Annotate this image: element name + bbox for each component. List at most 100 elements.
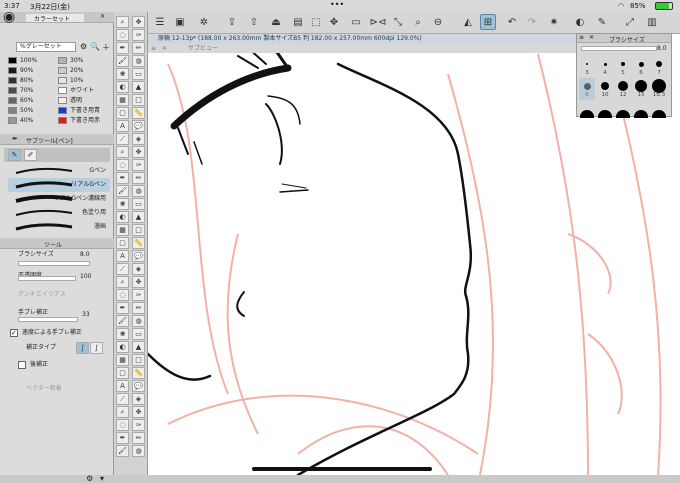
- brush-size-option[interactable]: 15: [634, 92, 648, 98]
- opacity-slider[interactable]: [18, 276, 76, 281]
- toolprops-tab[interactable]: ツール: [44, 240, 62, 249]
- text-tool-icon[interactable]: A: [116, 380, 129, 392]
- brush-size-option[interactable]: 7: [652, 70, 666, 76]
- layer-move-icon[interactable]: ▭: [348, 14, 364, 30]
- brush-size-option[interactable]: 18.3: [652, 92, 666, 98]
- pen-group-icon[interactable]: ✎: [8, 149, 21, 161]
- brush-size-option[interactable]: 3: [580, 70, 594, 76]
- correction-type-b-button[interactable]: ∫: [90, 342, 103, 354]
- pen-tool-icon[interactable]: ✒: [116, 172, 129, 184]
- gradient-tool-icon[interactable]: ▦: [116, 94, 129, 106]
- brush-size-panel-slider[interactable]: [581, 46, 657, 51]
- settings-icon[interactable]: ⚙: [86, 474, 93, 483]
- airbrush-tool-icon[interactable]: ◍: [132, 55, 145, 67]
- 3d-tool-icon[interactable]: ◈: [132, 263, 145, 275]
- brush-tool-icon[interactable]: 🖌: [116, 185, 129, 197]
- figure-tool-icon[interactable]: □: [132, 354, 145, 366]
- brush-item[interactable]: Gペン: [8, 164, 110, 178]
- move-tool-icon[interactable]: ✥: [132, 146, 145, 158]
- fill-icon[interactable]: ◭: [460, 14, 476, 30]
- menu-icon[interactable]: ≡: [579, 34, 584, 41]
- decoration-tool-icon[interactable]: ❀: [116, 198, 129, 210]
- brush-size-option[interactable]: 6: [634, 70, 648, 76]
- color-swatch[interactable]: [8, 107, 17, 114]
- brush-size-slider[interactable]: [18, 261, 90, 266]
- pencil-tool-icon[interactable]: ✏: [132, 432, 145, 444]
- brush-size-dot[interactable]: [652, 110, 666, 118]
- 3d-tool-icon[interactable]: ◈: [132, 133, 145, 145]
- blend-tool-icon[interactable]: ◐: [116, 341, 129, 353]
- gradient-tool-icon[interactable]: ▦: [116, 224, 129, 236]
- brush-size-option[interactable]: 4: [598, 70, 612, 76]
- search-icon[interactable]: 🔍: [90, 42, 100, 51]
- text-tool-icon[interactable]: A: [116, 120, 129, 132]
- colorset-tab[interactable]: カラーセット: [26, 14, 84, 23]
- eyedropper-tool-icon[interactable]: ✑: [132, 29, 145, 41]
- brush-size-dot[interactable]: [586, 63, 588, 65]
- blend-tool-icon[interactable]: ◐: [116, 81, 129, 93]
- color-swatch[interactable]: [8, 117, 17, 124]
- menu-icon[interactable]: ◉: [3, 10, 15, 24]
- color-swatch[interactable]: [58, 117, 67, 124]
- 3d-tool-icon[interactable]: ◈: [132, 393, 145, 405]
- lasso-tool-icon[interactable]: ◌: [116, 289, 129, 301]
- colorset-preset-select[interactable]: %グレーセット: [16, 42, 76, 52]
- pencil-tool-icon[interactable]: ✏: [132, 42, 145, 54]
- brush-size-dot[interactable]: [598, 110, 612, 118]
- color-swatch[interactable]: [8, 87, 17, 94]
- eyedropper-tool-icon[interactable]: ✑: [132, 419, 145, 431]
- eraser-tool-icon[interactable]: ▭: [132, 328, 145, 340]
- brush-size-option[interactable]: 12: [616, 92, 630, 98]
- save-icon[interactable]: ⏏: [268, 14, 284, 30]
- correction-type-a-button[interactable]: ∫: [76, 342, 89, 354]
- fill-tool-icon[interactable]: ▲: [132, 81, 145, 93]
- airbrush-tool-icon[interactable]: ◍: [132, 315, 145, 327]
- settings-icon[interactable]: ⚙: [80, 42, 87, 51]
- pencil-tool-icon[interactable]: ✏: [132, 302, 145, 314]
- balloon-tool-icon[interactable]: 💬: [132, 380, 145, 392]
- pen-tool-icon[interactable]: ✒: [116, 432, 129, 444]
- layer-icon[interactable]: ▤: [290, 14, 306, 30]
- color-swatch[interactable]: [58, 87, 67, 94]
- line-fix-tool-icon[interactable]: ⟋: [116, 263, 129, 275]
- brush-size-dot[interactable]: [616, 110, 630, 118]
- color-swatch[interactable]: [8, 57, 17, 64]
- undo-icon[interactable]: ↶: [504, 14, 520, 30]
- zoom-tool-icon[interactable]: ⌕: [116, 146, 129, 158]
- brush-size-dot[interactable]: [656, 61, 662, 67]
- gear-icon[interactable]: ✲: [196, 14, 212, 30]
- pencil-tool-icon[interactable]: ✏: [132, 172, 145, 184]
- document-tab[interactable]: 原稿 12-13p* (188.00 x 263.00mm 製本サイズB5 判 …: [148, 34, 576, 44]
- pen-tool-icon[interactable]: ✒: [116, 42, 129, 54]
- marker-group-icon[interactable]: ✐: [24, 149, 37, 161]
- color-swatch[interactable]: [58, 77, 67, 84]
- brush-item[interactable]: リアルGペン濃線用: [8, 192, 110, 206]
- eyedropper-tool-icon[interactable]: ✑: [132, 159, 145, 171]
- fullscreen-icon[interactable]: ⤢: [622, 14, 638, 30]
- balloon-tool-icon[interactable]: 💬: [132, 250, 145, 262]
- text-tool-icon[interactable]: A: [116, 250, 129, 262]
- close-icon[interactable]: ✕: [100, 13, 105, 20]
- zoom-icon[interactable]: ⌕: [410, 14, 426, 30]
- menu-icon[interactable]: ☰: [152, 14, 168, 30]
- line-fix-tool-icon[interactable]: ⟋: [116, 393, 129, 405]
- eyedropper-tool-icon[interactable]: ✑: [132, 289, 145, 301]
- color-swatch[interactable]: [58, 107, 67, 114]
- brush-size-dot[interactable]: [652, 79, 666, 93]
- pen-icon[interactable]: ✎: [594, 14, 610, 30]
- brush-item[interactable]: リアルGペン: [8, 178, 110, 192]
- monitor-icon[interactable]: ▣: [172, 14, 188, 30]
- subtool-tab[interactable]: サブツール[ペン]: [26, 136, 73, 145]
- close-icon[interactable]: ✕: [162, 44, 167, 53]
- eraser-tool-icon[interactable]: ▭: [132, 68, 145, 80]
- brush-size-dot[interactable]: [601, 82, 609, 90]
- zoom-tool-icon[interactable]: ⌕: [116, 16, 129, 28]
- lasso-tool-icon[interactable]: ◌: [116, 29, 129, 41]
- lasso-tool-icon[interactable]: ◌: [116, 159, 129, 171]
- redo-icon[interactable]: ↷: [524, 14, 540, 30]
- balloon-tool-icon[interactable]: 💬: [132, 120, 145, 132]
- import-icon[interactable]: ⇧: [246, 14, 262, 30]
- brush-size-option[interactable]: 5: [616, 70, 630, 76]
- share-icon[interactable]: ⇪: [224, 14, 240, 30]
- fill-tool-icon[interactable]: ▲: [132, 211, 145, 223]
